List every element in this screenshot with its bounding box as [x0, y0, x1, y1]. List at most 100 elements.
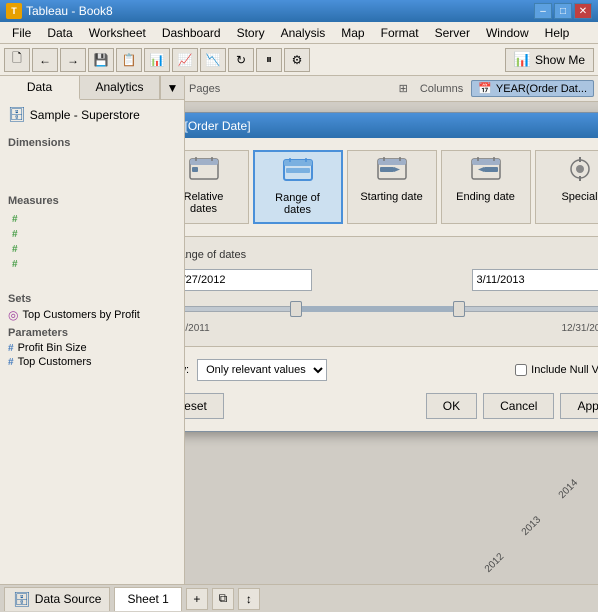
- menu-analysis[interactable]: Analysis: [273, 24, 334, 42]
- measures-label: Measures: [4, 191, 180, 209]
- menu-format[interactable]: Format: [373, 24, 427, 42]
- slider-max-date: 12/31/2014: [561, 323, 598, 334]
- toolbar-chart1[interactable]: 📊: [144, 48, 170, 72]
- measure-field-2[interactable]: #: [8, 228, 176, 241]
- range-label: Range of dates: [185, 249, 598, 261]
- title-bar: T Tableau - Book8 – □ ✕: [0, 0, 598, 22]
- range-section: Range of dates: [185, 236, 598, 347]
- sidebar: Data Analytics ▼ 🗄 Sample - Superstore D…: [0, 76, 185, 584]
- starting-date-icon: [376, 157, 408, 187]
- duplicate-sheet-button[interactable]: ⧉: [212, 588, 234, 610]
- measure-field-3[interactable]: #: [8, 243, 176, 256]
- filter-tab-special[interactable]: Special: [535, 150, 598, 224]
- sidebar-menu-button[interactable]: ▼: [160, 76, 184, 99]
- null-values-check[interactable]: Include Null Values: [515, 364, 598, 376]
- show-row: Show: Only relevant values All values In…: [185, 359, 598, 381]
- menu-data[interactable]: Data: [39, 24, 80, 42]
- title-bar-left: T Tableau - Book8: [6, 3, 113, 19]
- range-dates-label: Range of dates: [265, 192, 331, 216]
- menu-file[interactable]: File: [4, 24, 39, 42]
- toolbar-chart2[interactable]: 📈: [172, 48, 198, 72]
- toolbar-new[interactable]: 🗋: [4, 48, 30, 72]
- sheet1-tab[interactable]: Sheet 1: [114, 587, 181, 611]
- menu-server[interactable]: Server: [427, 24, 478, 42]
- param-field-2[interactable]: # Top Customers: [4, 355, 180, 369]
- max-date-input[interactable]: [472, 269, 598, 291]
- menu-help[interactable]: Help: [537, 24, 578, 42]
- cancel-button[interactable]: Cancel: [483, 393, 554, 419]
- filter-tab-ending[interactable]: Ending date: [441, 150, 531, 224]
- date-slider[interactable]: [185, 299, 598, 319]
- menu-bar: File Data Worksheet Dashboard Story Anal…: [0, 22, 598, 44]
- data-source-tab[interactable]: 🗄 Data Source: [4, 587, 110, 611]
- measure-icon-4: #: [12, 259, 18, 270]
- min-date-input[interactable]: [185, 269, 312, 291]
- content-area: Pages ⊞ Columns 📅 YEAR(Order Dat... 2011…: [185, 76, 598, 584]
- slider-min-date: 1/4/2011: [185, 323, 210, 334]
- slider-min-thumb[interactable]: [290, 301, 302, 317]
- toolbar-pause[interactable]: ⏸: [256, 48, 282, 72]
- maximize-button[interactable]: □: [554, 3, 572, 19]
- pages-label: Pages: [189, 83, 220, 95]
- slider-max-thumb[interactable]: [453, 301, 465, 317]
- sets-section-label: Sets: [4, 289, 180, 307]
- measure-field-1[interactable]: #: [8, 213, 176, 226]
- toolbar-forward[interactable]: →: [60, 48, 86, 72]
- starting-date-label: Starting date: [360, 191, 422, 203]
- columns-tag[interactable]: 📅 YEAR(Order Dat...: [471, 80, 594, 97]
- dialog-buttons: Reset OK Cancel Apply: [185, 393, 598, 419]
- ok-button[interactable]: OK: [426, 393, 477, 419]
- sidebar-tab-analytics[interactable]: Analytics: [80, 76, 160, 99]
- param-field-1[interactable]: # Profit Bin Size: [4, 341, 180, 355]
- window-title: Tableau - Book8: [26, 4, 113, 18]
- app-icon: T: [6, 3, 22, 19]
- param-icon-1: #: [8, 343, 14, 354]
- title-bar-controls[interactable]: – □ ✕: [534, 3, 592, 19]
- toolbar-copy[interactable]: 📋: [116, 48, 142, 72]
- filter-tab-relative[interactable]: Relative dates: [185, 150, 249, 224]
- relative-dates-icon: [188, 157, 220, 187]
- columns-label: ⊞: [399, 82, 408, 95]
- measure-icon-1: #: [12, 214, 18, 225]
- menu-worksheet[interactable]: Worksheet: [81, 24, 154, 42]
- close-button[interactable]: ✕: [574, 3, 592, 19]
- show-me-button[interactable]: 📊 Show Me: [505, 48, 594, 72]
- toolbar-settings[interactable]: ⚙: [284, 48, 310, 72]
- show-select[interactable]: Only relevant values All values: [197, 359, 327, 381]
- measure-field-4[interactable]: #: [8, 258, 176, 271]
- columns-tag-value: YEAR(Order Dat...: [496, 83, 587, 95]
- filter-tab-range[interactable]: Range of dates: [253, 150, 343, 224]
- null-checkbox[interactable]: [515, 364, 527, 376]
- toolbar-back[interactable]: ←: [32, 48, 58, 72]
- show-me-label: Show Me: [535, 53, 585, 67]
- sidebar-tab-data[interactable]: Data: [0, 76, 80, 100]
- data-source-icon: 🗄: [13, 591, 31, 608]
- minimize-button[interactable]: –: [534, 3, 552, 19]
- toolbar-save[interactable]: 💾: [88, 48, 114, 72]
- sort-sheet-button[interactable]: ↕: [238, 588, 260, 610]
- menu-dashboard[interactable]: Dashboard: [154, 24, 229, 42]
- relative-dates-label: Relative dates: [185, 191, 238, 215]
- toolbar-chart3[interactable]: 📉: [200, 48, 226, 72]
- menu-map[interactable]: Map: [333, 24, 372, 42]
- toolbar-refresh[interactable]: ↻: [228, 48, 254, 72]
- dialog-body: Relative dates Range of dates: [185, 138, 598, 431]
- shelf-row: Pages ⊞ Columns 📅 YEAR(Order Dat...: [185, 76, 598, 102]
- menu-window[interactable]: Window: [478, 24, 537, 42]
- data-source-label: Data Source: [35, 592, 102, 606]
- data-source-item[interactable]: 🗄 Sample - Superstore: [4, 104, 180, 125]
- filter-tab-starting[interactable]: Starting date: [347, 150, 437, 224]
- slider-dates-row: 1/4/2011 12/31/2014: [185, 323, 598, 334]
- dialog-btn-right: OK Cancel Apply: [426, 393, 598, 419]
- sets-icon: ◎: [8, 308, 18, 322]
- bottom-bar: 🗄 Data Source Sheet 1 + ⧉ ↕: [0, 584, 598, 612]
- sets-item-1[interactable]: ◎ Top Customers by Profit: [4, 307, 180, 323]
- reset-button[interactable]: Reset: [185, 393, 224, 419]
- slider-range: [295, 306, 458, 312]
- special-icon: [564, 157, 596, 187]
- special-label: Special: [561, 191, 597, 203]
- menu-story[interactable]: Story: [229, 24, 273, 42]
- apply-button[interactable]: Apply: [560, 393, 598, 419]
- show-label: Show:: [185, 364, 189, 376]
- add-sheet-button[interactable]: +: [186, 588, 208, 610]
